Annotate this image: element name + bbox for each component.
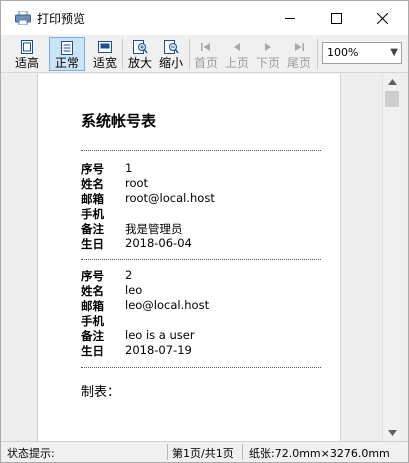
- dotted-divider: [81, 150, 321, 151]
- dotted-divider: [81, 259, 321, 260]
- scroll-up-button[interactable]: [383, 74, 401, 90]
- toolbar-separator: [317, 39, 318, 69]
- zoom-select[interactable]: 100% ▼: [322, 42, 402, 64]
- zoom-out-button[interactable]: 缩小: [156, 37, 186, 71]
- toolbar-separator: [122, 39, 123, 69]
- first-page-icon: [196, 38, 216, 56]
- maximize-icon: [330, 12, 342, 24]
- minimize-icon: [284, 17, 295, 19]
- status-divider: [242, 444, 243, 460]
- chevron-down-icon: [387, 430, 397, 436]
- prepared-by-label: 制表：: [81, 385, 121, 400]
- fit-height-button[interactable]: 适高: [9, 37, 45, 71]
- minimize-button[interactable]: [267, 1, 313, 35]
- prev-page-icon: [227, 38, 247, 56]
- maximize-button[interactable]: [313, 1, 359, 35]
- fit-width-icon: [95, 38, 115, 56]
- close-icon: [376, 12, 388, 24]
- status-bar: 状态提示: 第1页/共1页 纸张:72.0mm×3276.0mm: [1, 441, 408, 462]
- first-page-button[interactable]: 首页: [192, 37, 220, 71]
- document-title: 系统帐号表: [81, 112, 157, 130]
- fit-width-button[interactable]: 适宽: [87, 37, 123, 71]
- zoom-out-icon: [161, 38, 181, 56]
- last-page-button[interactable]: 尾页: [285, 37, 313, 71]
- window-title: 打印预览: [37, 12, 86, 26]
- next-page-icon: [258, 38, 278, 56]
- zoom-in-button[interactable]: 放大: [125, 37, 155, 71]
- zoom-in-icon: [130, 38, 150, 56]
- print-preview-window: 打印预览 适高 正常 适宽 放大 缩小 首页 上页 下页 尾页 100% ▼ 系…: [0, 0, 409, 463]
- normal-page-icon: [57, 39, 77, 56]
- dotted-divider: [81, 367, 321, 368]
- status-divider: [167, 444, 168, 460]
- prev-page-button[interactable]: 上页: [223, 37, 251, 71]
- paper-size: 纸张:72.0mm×3276.0mm: [249, 447, 390, 460]
- scroll-down-button[interactable]: [383, 425, 401, 441]
- chevron-up-icon: [387, 79, 397, 85]
- toolbar-separator: [189, 39, 190, 69]
- status-hint: 状态提示:: [7, 447, 55, 460]
- page-indicator: 第1页/共1页: [172, 447, 234, 460]
- close-button[interactable]: [359, 1, 405, 35]
- vertical-scrollbar[interactable]: [382, 74, 400, 441]
- normal-button[interactable]: 正常: [49, 37, 85, 71]
- scroll-thumb[interactable]: [385, 91, 399, 107]
- preview-page: 系统帐号表 序号 1 姓名 root 邮箱 root@local.host 手机…: [37, 74, 341, 441]
- toolbar: 适高 正常 适宽 放大 缩小 首页 上页 下页 尾页 100% ▼: [1, 35, 408, 73]
- fit-height-icon: [17, 38, 37, 56]
- printer-icon: [15, 10, 31, 26]
- zoom-value: 100%: [327, 46, 359, 59]
- next-page-button[interactable]: 下页: [254, 37, 282, 71]
- last-page-icon: [289, 38, 309, 56]
- title-bar: 打印预览: [1, 1, 408, 35]
- chevron-down-icon: ▼: [390, 47, 398, 58]
- preview-area: 系统帐号表 序号 1 姓名 root 邮箱 root@local.host 手机…: [1, 74, 408, 441]
